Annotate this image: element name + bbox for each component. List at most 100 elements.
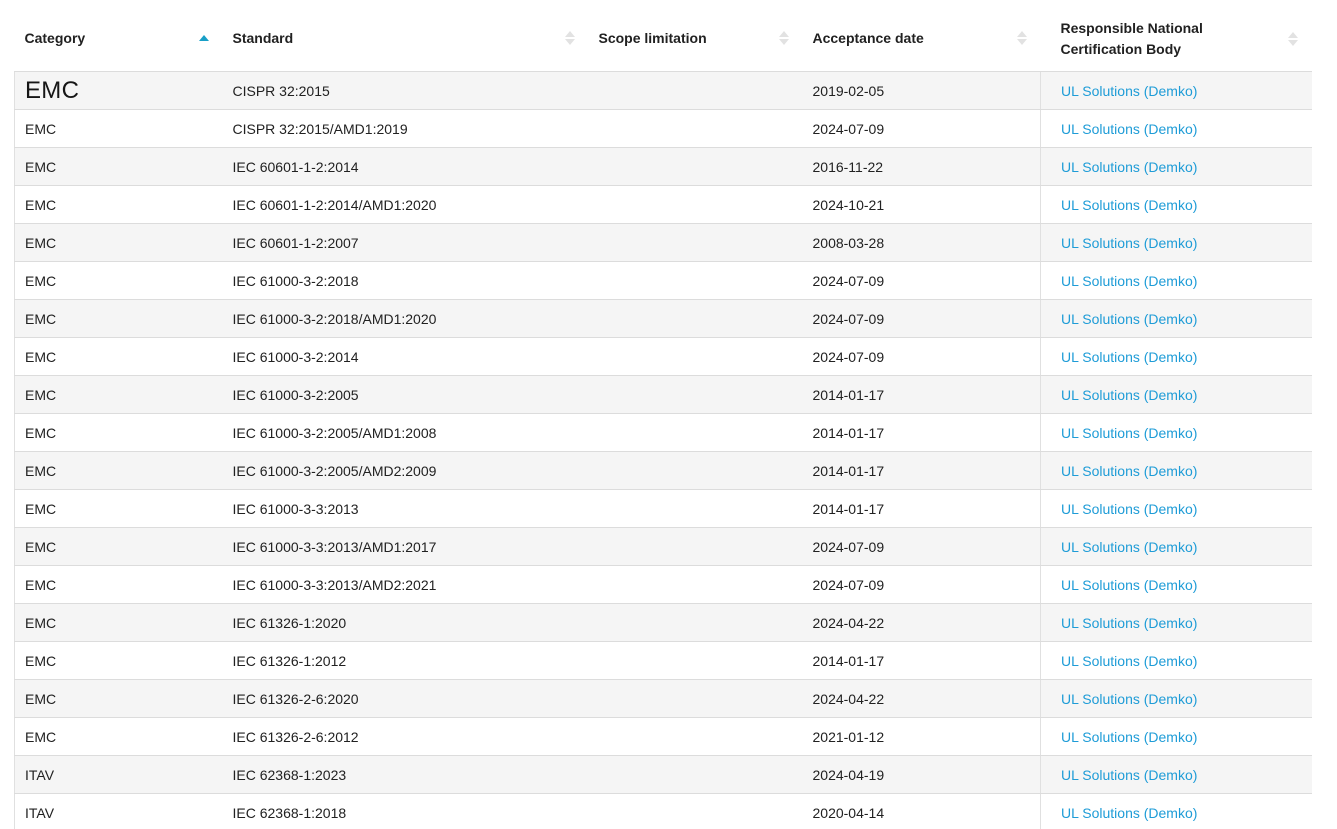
- standard-cell: IEC 61000-3-2:2005: [223, 376, 589, 414]
- standard-cell: IEC 61000-3-2:2018/AMD1:2020: [223, 300, 589, 338]
- column-header-acceptance-date[interactable]: Acceptance date: [803, 6, 1041, 72]
- category-cell: EMC: [15, 718, 223, 756]
- category-cell: EMC: [15, 186, 223, 224]
- ncb-link[interactable]: UL Solutions (Demko): [1061, 311, 1197, 327]
- ncb-link[interactable]: UL Solutions (Demko): [1061, 349, 1197, 365]
- table-header: Category Standard Scope limitation Accep…: [15, 6, 1312, 72]
- ncb-cell: UL Solutions (Demko): [1041, 72, 1312, 110]
- acceptance-date-cell: 2024-04-22: [803, 604, 1041, 642]
- ncb-cell: UL Solutions (Demko): [1041, 680, 1312, 718]
- ncb-link[interactable]: UL Solutions (Demko): [1061, 387, 1197, 403]
- scope-limitation-cell: [589, 414, 803, 452]
- ncb-link[interactable]: UL Solutions (Demko): [1061, 805, 1197, 821]
- ncb-cell: UL Solutions (Demko): [1041, 186, 1312, 224]
- scope-limitation-cell: [589, 490, 803, 528]
- scope-limitation-cell: [589, 794, 803, 829]
- category-cell: EMC: [15, 490, 223, 528]
- table-row: EMCCISPR 32:2015/AMD1:2019 2024-07-09 UL S…: [15, 110, 1312, 148]
- category-cell: EMC: [15, 72, 223, 110]
- ncb-cell: UL Solutions (Demko): [1041, 452, 1312, 490]
- scope-limitation-cell: [589, 338, 803, 376]
- ncb-link[interactable]: UL Solutions (Demko): [1061, 729, 1197, 745]
- column-header-responsible-ncb[interactable]: Responsible National Certification Body: [1041, 6, 1312, 72]
- ncb-link[interactable]: UL Solutions (Demko): [1061, 235, 1197, 251]
- sort-ascending-icon: [199, 35, 209, 41]
- ncb-link[interactable]: UL Solutions (Demko): [1061, 577, 1197, 593]
- category-cell: EMC: [15, 338, 223, 376]
- ncb-cell: UL Solutions (Demko): [1041, 262, 1312, 300]
- standard-cell: IEC 61000-3-2:2005/AMD2:2009: [223, 452, 589, 490]
- table-row: EMCIEC 60601-1-2:2014/AMD1:20202024-10-2…: [15, 186, 1312, 224]
- ncb-link[interactable]: UL Solutions (Demko): [1061, 273, 1197, 289]
- table-row: EMCIEC 61326-1:20122014-01-17UL Solution…: [15, 642, 1312, 680]
- ncb-link[interactable]: UL Solutions (Demko): [1061, 463, 1197, 479]
- standard-cell: IEC 60601-1-2:2014: [223, 148, 589, 186]
- ncb-link[interactable]: UL Solutions (Demko): [1061, 653, 1197, 669]
- table-row: EMCIEC 61000-3-3:2013/AMD2:20212024-07-0…: [15, 566, 1312, 604]
- scope-limitation-cell: [589, 148, 803, 186]
- column-header-standard[interactable]: Standard: [223, 6, 589, 72]
- ncb-link[interactable]: UL Solutions (Demko): [1061, 197, 1197, 213]
- acceptance-date-cell: 2024-07-09: [803, 262, 1041, 300]
- acceptance-date-cell: 2024-07-09: [803, 110, 1041, 148]
- standard-cell: IEC 61326-2-6:2012: [223, 718, 589, 756]
- column-header-scope-limitation[interactable]: Scope limitation: [589, 6, 803, 72]
- table-row: ITAVIEC 62368-1:20232024-04-19UL Solutio…: [15, 756, 1312, 794]
- table-row: EMCIEC 61000-3-3:2013 2014-01-17 UL Soluti…: [15, 490, 1312, 528]
- sort-unsorted-icon: [779, 31, 789, 45]
- standards-table: Category Standard Scope limitation Accep…: [14, 6, 1312, 829]
- acceptance-date-cell: 2014-01-17: [803, 490, 1041, 528]
- table-row: ITAVIEC 62368-1:20182020-04-14UL Solutio…: [15, 794, 1312, 829]
- table-body: EMCCISPR 32:20152019-02-05UL Solutions (…: [15, 72, 1312, 829]
- ncb-cell: UL Solutions (Demko): [1041, 414, 1312, 452]
- ncb-link[interactable]: UL Solutions (Demko): [1061, 159, 1197, 175]
- acceptance-date-cell: 2021-01-12: [803, 718, 1041, 756]
- category-cell: EMC: [15, 376, 223, 414]
- table-row: EMCCISPR 32:20152019-02-05UL Solutions (…: [15, 72, 1312, 110]
- ncb-link[interactable]: UL Solutions (Demko): [1061, 83, 1197, 99]
- ncb-link[interactable]: UL Solutions (Demko): [1061, 767, 1197, 783]
- ncb-cell: UL Solutions (Demko): [1041, 718, 1312, 756]
- ncb-cell: UL Solutions (Demko): [1041, 604, 1312, 642]
- scope-limitation-cell: [589, 528, 803, 566]
- scope-limitation-cell: [589, 680, 803, 718]
- column-label-category: Category: [25, 28, 191, 48]
- category-cell: EMC: [15, 680, 223, 718]
- standard-cell: IEC 61000-3-2:2018: [223, 262, 589, 300]
- ncb-cell: UL Solutions (Demko): [1041, 566, 1312, 604]
- table-row: EMCIEC 61000-3-2:2005/AMD1:20082014-01-1…: [15, 414, 1312, 452]
- table-row: EMCIEC 61326-2-6:2012 2021-01-12 UL Soluti…: [15, 718, 1312, 756]
- ncb-link[interactable]: UL Solutions (Demko): [1061, 539, 1197, 555]
- standard-cell: IEC 62368-1:2023: [223, 756, 589, 794]
- ncb-cell: UL Solutions (Demko): [1041, 490, 1312, 528]
- ncb-link[interactable]: UL Solutions (Demko): [1061, 501, 1197, 517]
- ncb-link[interactable]: UL Solutions (Demko): [1061, 425, 1197, 441]
- standard-cell: IEC 61000-3-2:2005/AMD1:2008: [223, 414, 589, 452]
- category-cell: EMC: [15, 300, 223, 338]
- standard-cell: CISPR 32:2015/AMD1:2019: [223, 110, 589, 148]
- ncb-link[interactable]: UL Solutions (Demko): [1061, 615, 1197, 631]
- scope-limitation-cell: [589, 566, 803, 604]
- acceptance-date-cell: 2024-07-09: [803, 338, 1041, 376]
- scope-limitation-cell: [589, 718, 803, 756]
- table-row: EMCIEC 61326-1:20202024-04-22UL Solution…: [15, 604, 1312, 642]
- standard-cell: IEC 60601-1-2:2014/AMD1:2020: [223, 186, 589, 224]
- standard-cell: IEC 61000-3-3:2013: [223, 490, 589, 528]
- ncb-cell: UL Solutions (Demko): [1041, 794, 1312, 829]
- scope-limitation-cell: [589, 262, 803, 300]
- ncb-cell: UL Solutions (Demko): [1041, 300, 1312, 338]
- table-row: EMCIEC 60601-1-2:20072008-03-28UL Soluti…: [15, 224, 1312, 262]
- acceptance-date-cell: 2016-11-22: [803, 148, 1041, 186]
- standard-cell: IEC 61326-2-6:2020: [223, 680, 589, 718]
- category-cell: EMC: [15, 262, 223, 300]
- ncb-link[interactable]: UL Solutions (Demko): [1061, 121, 1197, 137]
- ncb-cell: UL Solutions (Demko): [1041, 376, 1312, 414]
- category-cell: EMC: [15, 110, 223, 148]
- ncb-link[interactable]: UL Solutions (Demko): [1061, 691, 1197, 707]
- table-row: EMCIEC 61000-3-3:2013/AMD1:20172024-07-0…: [15, 528, 1312, 566]
- scope-limitation-cell: [589, 224, 803, 262]
- column-header-category[interactable]: Category: [15, 6, 223, 72]
- ncb-cell: UL Solutions (Demko): [1041, 642, 1312, 680]
- standard-cell: IEC 62368-1:2018: [223, 794, 589, 829]
- acceptance-date-cell: 2024-04-19: [803, 756, 1041, 794]
